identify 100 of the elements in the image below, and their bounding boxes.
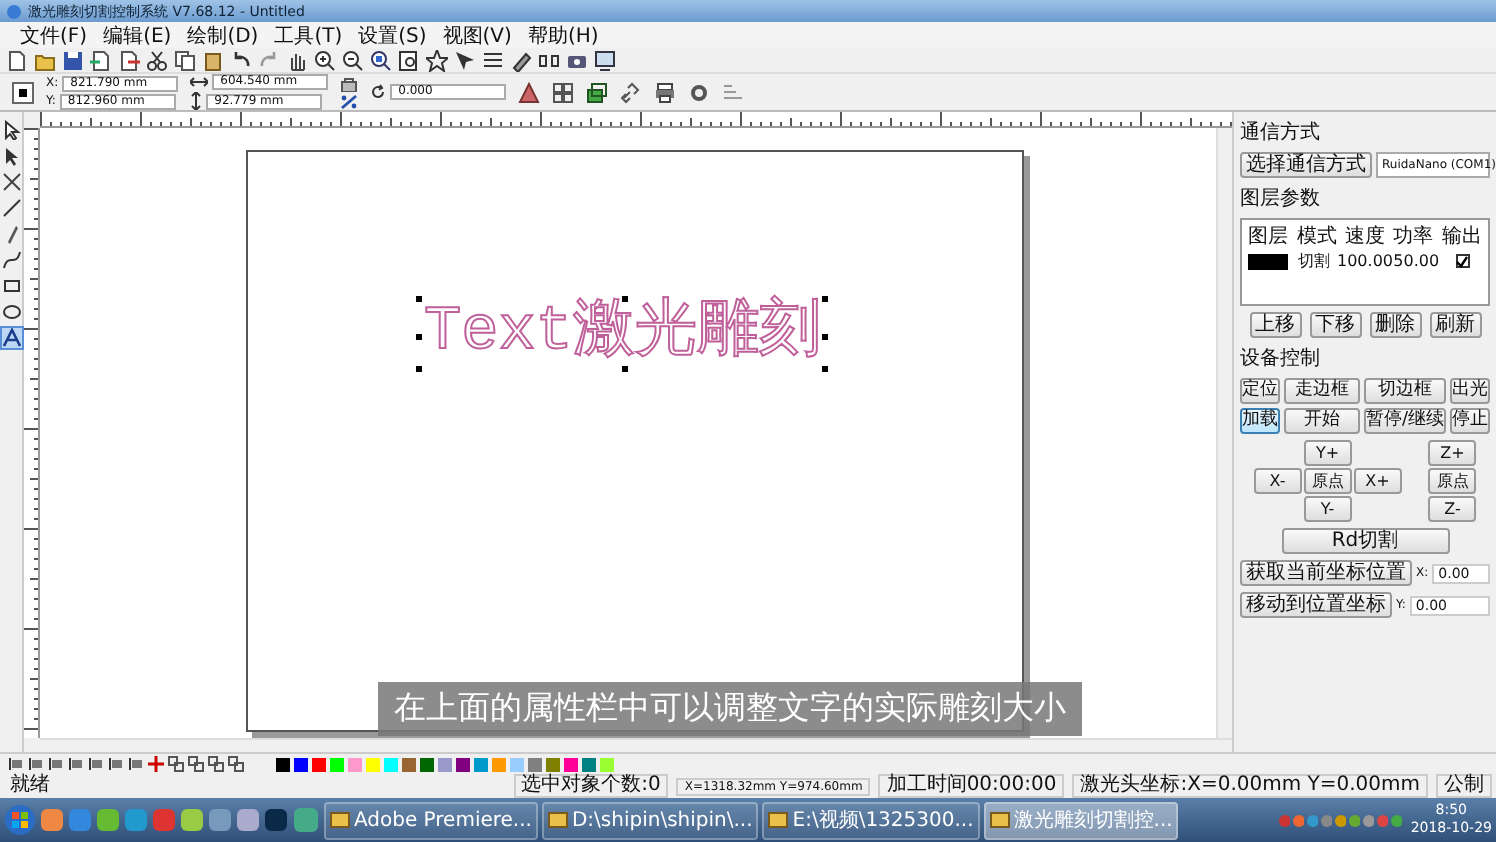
app-icon[interactable]: [292, 806, 320, 834]
zoom-out-icon[interactable]: [342, 49, 364, 71]
color-swatch[interactable]: [600, 757, 614, 771]
color-swatch[interactable]: [492, 757, 506, 771]
device-button[interactable]: 定位: [1240, 378, 1280, 404]
selection-handle[interactable]: [416, 366, 422, 372]
menu-item[interactable]: 工具(T): [274, 21, 343, 49]
origin-button[interactable]: 原点: [1428, 468, 1477, 494]
selection-handle[interactable]: [416, 296, 422, 302]
text-tool-icon[interactable]: [1, 328, 21, 348]
node-cross-icon[interactable]: [148, 756, 164, 772]
color-swatch[interactable]: [582, 757, 596, 771]
color-swatch[interactable]: [330, 757, 344, 771]
selection-handle[interactable]: [622, 366, 629, 372]
node-select-icon[interactable]: [1, 146, 21, 166]
save-icon[interactable]: [62, 49, 84, 71]
percent-icon[interactable]: [340, 93, 359, 109]
anchor-point-icon[interactable]: [12, 81, 34, 103]
device-button[interactable]: 停止: [1450, 408, 1490, 434]
group-icon[interactable]: [168, 756, 184, 772]
taskbar-button[interactable]: Adobe Premiere...: [324, 801, 538, 839]
device-button[interactable]: 出光: [1450, 378, 1490, 404]
select-comm-button[interactable]: 选择通信方式: [1240, 152, 1372, 178]
drawing-canvas[interactable]: Text激光雕刻 在上面的属性栏中可以调整文字的实际雕刻大小: [40, 128, 1216, 738]
jog-button[interactable]: Z-: [1428, 496, 1477, 522]
rectangle-icon[interactable]: [1, 276, 21, 296]
color-swatch[interactable]: [294, 757, 308, 771]
output-checkbox[interactable]: [1455, 254, 1470, 268]
link-icon[interactable]: [620, 81, 643, 103]
warning-triangle-icon[interactable]: [518, 81, 541, 103]
jog-button[interactable]: Y-: [1303, 496, 1352, 522]
layer-action-button[interactable]: 上移: [1249, 312, 1301, 338]
selection-handle[interactable]: [822, 366, 829, 372]
align-left-icon[interactable]: [8, 756, 24, 772]
device-button[interactable]: 走边框: [1284, 378, 1360, 404]
section-title: 通信方式: [1240, 119, 1322, 146]
monitor-icon[interactable]: [594, 49, 616, 71]
color-swatch[interactable]: [456, 757, 470, 771]
ellipse-icon[interactable]: [1, 302, 21, 322]
import-icon[interactable]: [90, 49, 112, 71]
color-swatch[interactable]: [420, 757, 434, 771]
export-icon[interactable]: [118, 49, 140, 71]
selection-handle[interactable]: [416, 334, 422, 340]
menu-item[interactable]: 帮助(H): [527, 21, 599, 49]
color-swatch[interactable]: [348, 757, 362, 771]
bezier-icon[interactable]: [1, 250, 21, 270]
coordinate-button[interactable]: 移动到位置坐标: [1240, 592, 1392, 618]
menu-item[interactable]: 文件(F): [20, 21, 88, 49]
menu-item[interactable]: 视图(V): [442, 21, 512, 49]
layer-color-swatch[interactable]: [1247, 253, 1288, 269]
copy-icon[interactable]: [174, 49, 196, 71]
start-orb-icon[interactable]: [4, 804, 36, 836]
origin-button[interactable]: 原点: [1303, 468, 1352, 494]
selection-handle[interactable]: [622, 296, 629, 302]
device-button[interactable]: 暂停/继续: [1363, 408, 1446, 434]
zoom-in-icon[interactable]: [314, 49, 336, 71]
taskbar-button[interactable]: E:\视频\1325300...: [762, 801, 980, 839]
layer-action-button[interactable]: 刷新: [1429, 312, 1481, 338]
mirror-icon[interactable]: [538, 49, 560, 71]
zoom-fit-icon[interactable]: [370, 49, 392, 71]
coordinate-button[interactable]: 获取当前坐标位置: [1240, 560, 1412, 586]
app-icon[interactable]: [96, 808, 120, 832]
jog-button[interactable]: Y+: [1303, 440, 1352, 466]
color-swatch[interactable]: [474, 757, 488, 771]
menu-item[interactable]: 编辑(E): [103, 21, 172, 49]
zoom-page-icon[interactable]: [398, 49, 420, 71]
star-icon[interactable]: [426, 49, 448, 71]
color-swatch[interactable]: [438, 757, 452, 771]
device-button[interactable]: 加载: [1240, 408, 1280, 434]
device-button[interactable]: 切边框: [1363, 378, 1446, 404]
device-button[interactable]: 开始: [1284, 408, 1360, 434]
menu-item[interactable]: 绘制(D): [187, 21, 259, 49]
layer-action-button[interactable]: 下移: [1309, 312, 1361, 338]
jog-button[interactable]: Z+: [1428, 440, 1477, 466]
app-icon[interactable]: [180, 808, 204, 832]
line-icon[interactable]: [1, 198, 21, 218]
app-icon[interactable]: [40, 808, 64, 832]
layer-action-button[interactable]: 删除: [1369, 312, 1421, 338]
menu-item[interactable]: 设置(S): [358, 21, 427, 49]
pointer-icon[interactable]: [1, 120, 21, 140]
layers-icon[interactable]: [586, 81, 609, 103]
color-swatch[interactable]: [312, 757, 326, 771]
color-swatch[interactable]: [564, 757, 578, 771]
color-swatch[interactable]: [546, 757, 560, 771]
color-swatch[interactable]: [510, 757, 524, 771]
color-swatch[interactable]: [276, 757, 290, 771]
selection-handle[interactable]: [822, 296, 829, 302]
lock-icon[interactable]: [340, 75, 359, 91]
color-swatch[interactable]: [402, 757, 416, 771]
hand-icon[interactable]: [286, 49, 308, 71]
color-swatch[interactable]: [528, 757, 542, 771]
jog-button[interactable]: X+: [1353, 468, 1402, 494]
taskbar-button[interactable]: D:\shipin\shipin\...: [541, 801, 759, 839]
color-swatch[interactable]: [384, 757, 398, 771]
selection-handle[interactable]: [822, 334, 829, 340]
color-swatch[interactable]: [366, 757, 380, 771]
printer-icon[interactable]: [654, 81, 677, 103]
jog-button[interactable]: X-: [1253, 468, 1302, 494]
cut-button[interactable]: Rd切割: [1281, 528, 1449, 554]
undo-icon[interactable]: [230, 49, 252, 71]
